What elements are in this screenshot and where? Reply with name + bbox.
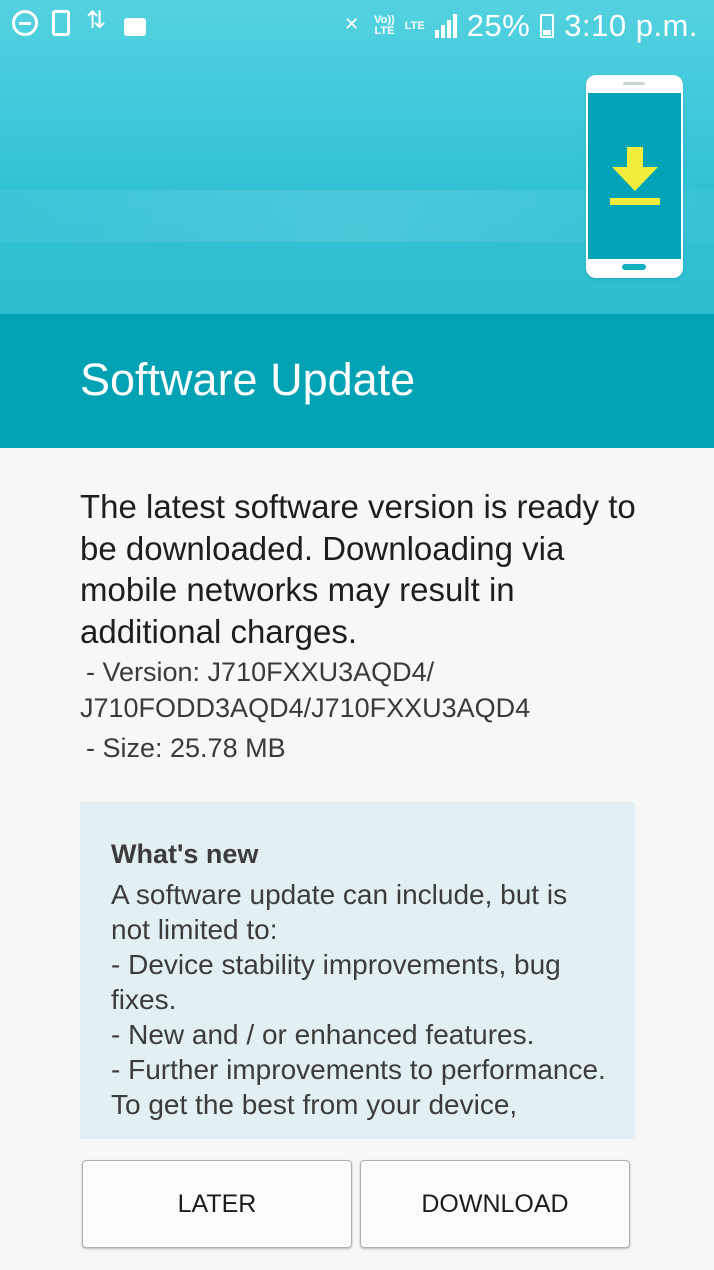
whats-new-title: What's new bbox=[111, 839, 259, 869]
phone-home-button bbox=[622, 264, 646, 270]
later-button[interactable]: LATER bbox=[82, 1160, 352, 1248]
battery-percent: 25% bbox=[466, 8, 531, 43]
size-label: - Size: 25.78 MB bbox=[86, 733, 286, 763]
whats-new-line: - New and / or enhanced features. bbox=[111, 1019, 535, 1050]
update-intro-text: The latest software version is ready to … bbox=[80, 488, 636, 650]
update-details: The latest software version is ready to … bbox=[80, 486, 640, 766]
whats-new-line: To get the best from your device, bbox=[111, 1089, 518, 1120]
phone-speaker bbox=[623, 82, 645, 85]
vibrate-mute-icon bbox=[338, 13, 364, 39]
version-continued: J710FODD3AQD4/J710FXXU3AQD4 bbox=[80, 693, 531, 723]
status-bar-notifications bbox=[12, 6, 146, 36]
battery-icon bbox=[540, 14, 555, 38]
status-bar: Vo)) LTE LTE 25% 3:10 p.m. bbox=[0, 0, 714, 52]
download-button[interactable]: DOWNLOAD bbox=[360, 1160, 630, 1248]
whats-new-panel[interactable]: What's new A software update can include… bbox=[80, 802, 635, 1139]
download-arrow-icon bbox=[610, 147, 660, 205]
header-illustration-area: Vo)) LTE LTE 25% 3:10 p.m. bbox=[0, 0, 714, 314]
page-title: Software Update bbox=[80, 354, 416, 405]
volte-bottom-label: LTE bbox=[374, 25, 395, 37]
briefcase-icon bbox=[124, 18, 146, 36]
dnd-icon bbox=[12, 10, 38, 36]
whats-new-line: - Further improvements to performance. bbox=[111, 1054, 606, 1085]
signal-icon bbox=[434, 14, 457, 38]
whats-new-line: A software update can include, but is no… bbox=[111, 879, 568, 945]
whats-new-line: - Device stability improvements, bug fix… bbox=[111, 949, 561, 1015]
volte-icon: Vo)) LTE bbox=[374, 15, 395, 37]
whats-new-body: A software update can include, but is no… bbox=[111, 877, 611, 1122]
version-label: - Version: J710FXXU3AQD4/ bbox=[86, 657, 435, 687]
phone-icon bbox=[52, 10, 70, 36]
title-bar: Software Update bbox=[0, 314, 714, 448]
clock: 3:10 p.m. bbox=[564, 8, 698, 43]
lte-icon: LTE bbox=[404, 19, 425, 32]
sync-icon bbox=[84, 6, 110, 36]
phone-download-icon bbox=[586, 75, 683, 278]
status-bar-system: Vo)) LTE LTE 25% 3:10 p.m. bbox=[338, 8, 698, 44]
phone-screen bbox=[588, 93, 681, 259]
